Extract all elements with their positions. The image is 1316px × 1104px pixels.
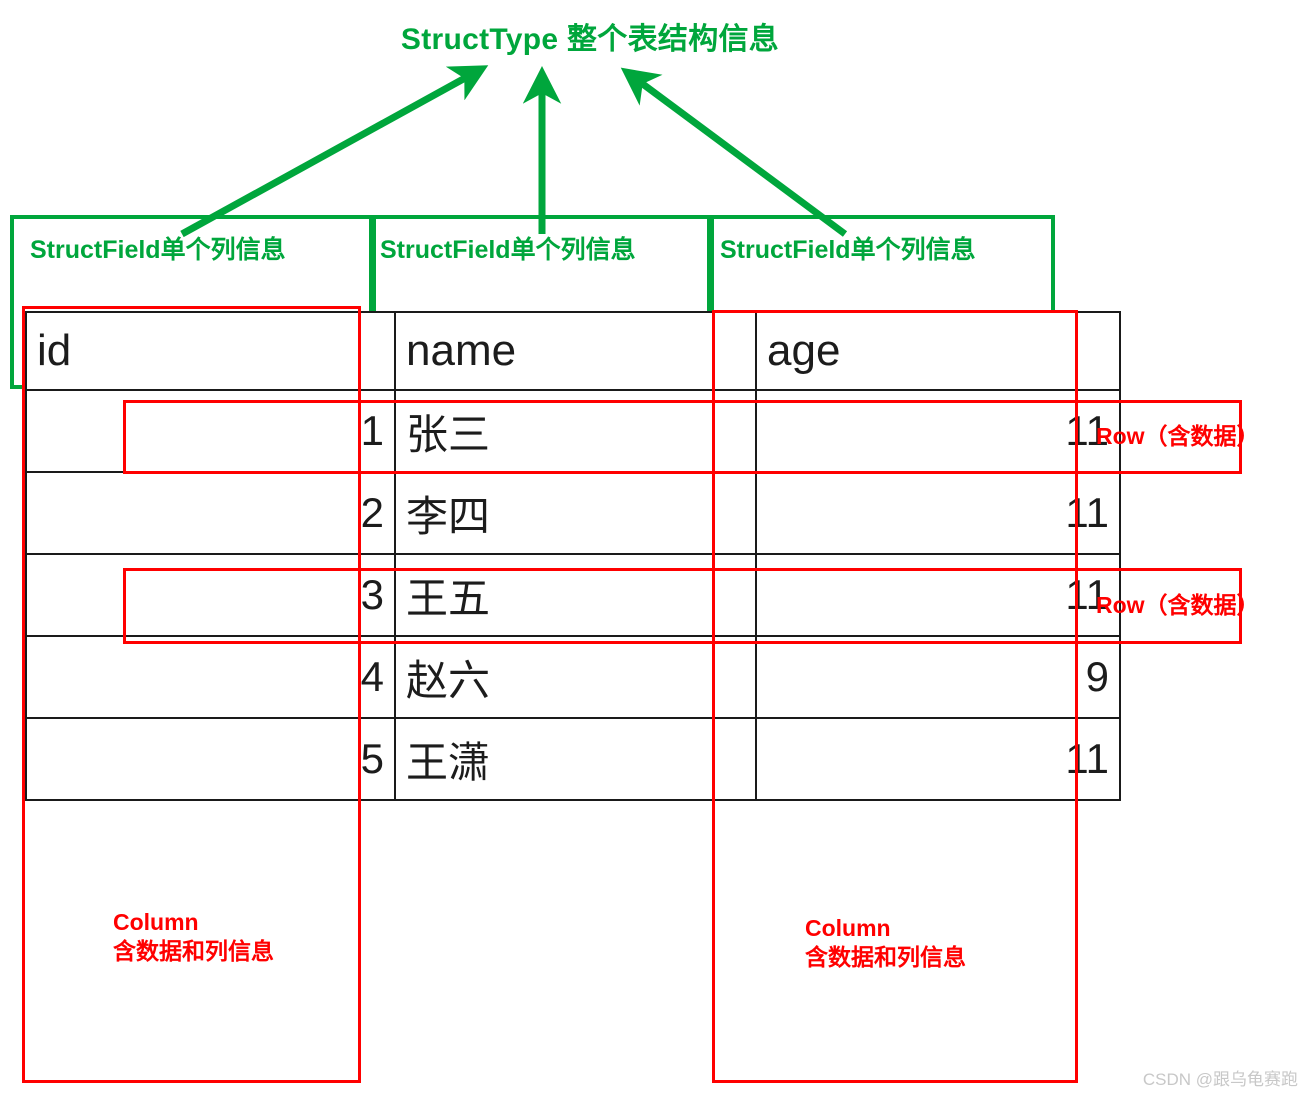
cell-name: 李四: [394, 471, 757, 555]
watermark: CSDN @跟乌龟赛跑: [1142, 1070, 1298, 1089]
page-title: StructType 整个表结构信息: [400, 23, 780, 56]
column-label-age-line2: 含数据和列信息: [805, 943, 966, 970]
diagram-canvas: StructType 整个表结构信息 StructField单个列信息 Stru…: [0, 0, 1316, 1104]
structfield-label-name: StructField单个列信息: [380, 236, 636, 264]
structfield-label-age: StructField单个列信息: [720, 236, 976, 264]
column-header-name: name: [394, 311, 757, 391]
column-label-age-line1: Column: [805, 915, 891, 941]
column-label-age: Column 含数据和列信息: [805, 914, 966, 972]
column-highlight-id: [22, 306, 361, 1083]
row-label-2: Row（含数据）: [1096, 592, 1260, 618]
structfield-label-id: StructField单个列信息: [30, 236, 286, 264]
cell-name: 王潇: [394, 717, 757, 801]
column-label-id: Column 含数据和列信息: [113, 908, 274, 966]
column-label-id-line2: 含数据和列信息: [113, 937, 274, 964]
cell-name: 赵六: [394, 635, 757, 719]
column-label-id-line1: Column: [113, 909, 199, 935]
arrow-left-icon: [180, 65, 489, 238]
row-label-1: Row（含数据）: [1096, 423, 1260, 449]
arrow-right-icon: [620, 67, 848, 237]
